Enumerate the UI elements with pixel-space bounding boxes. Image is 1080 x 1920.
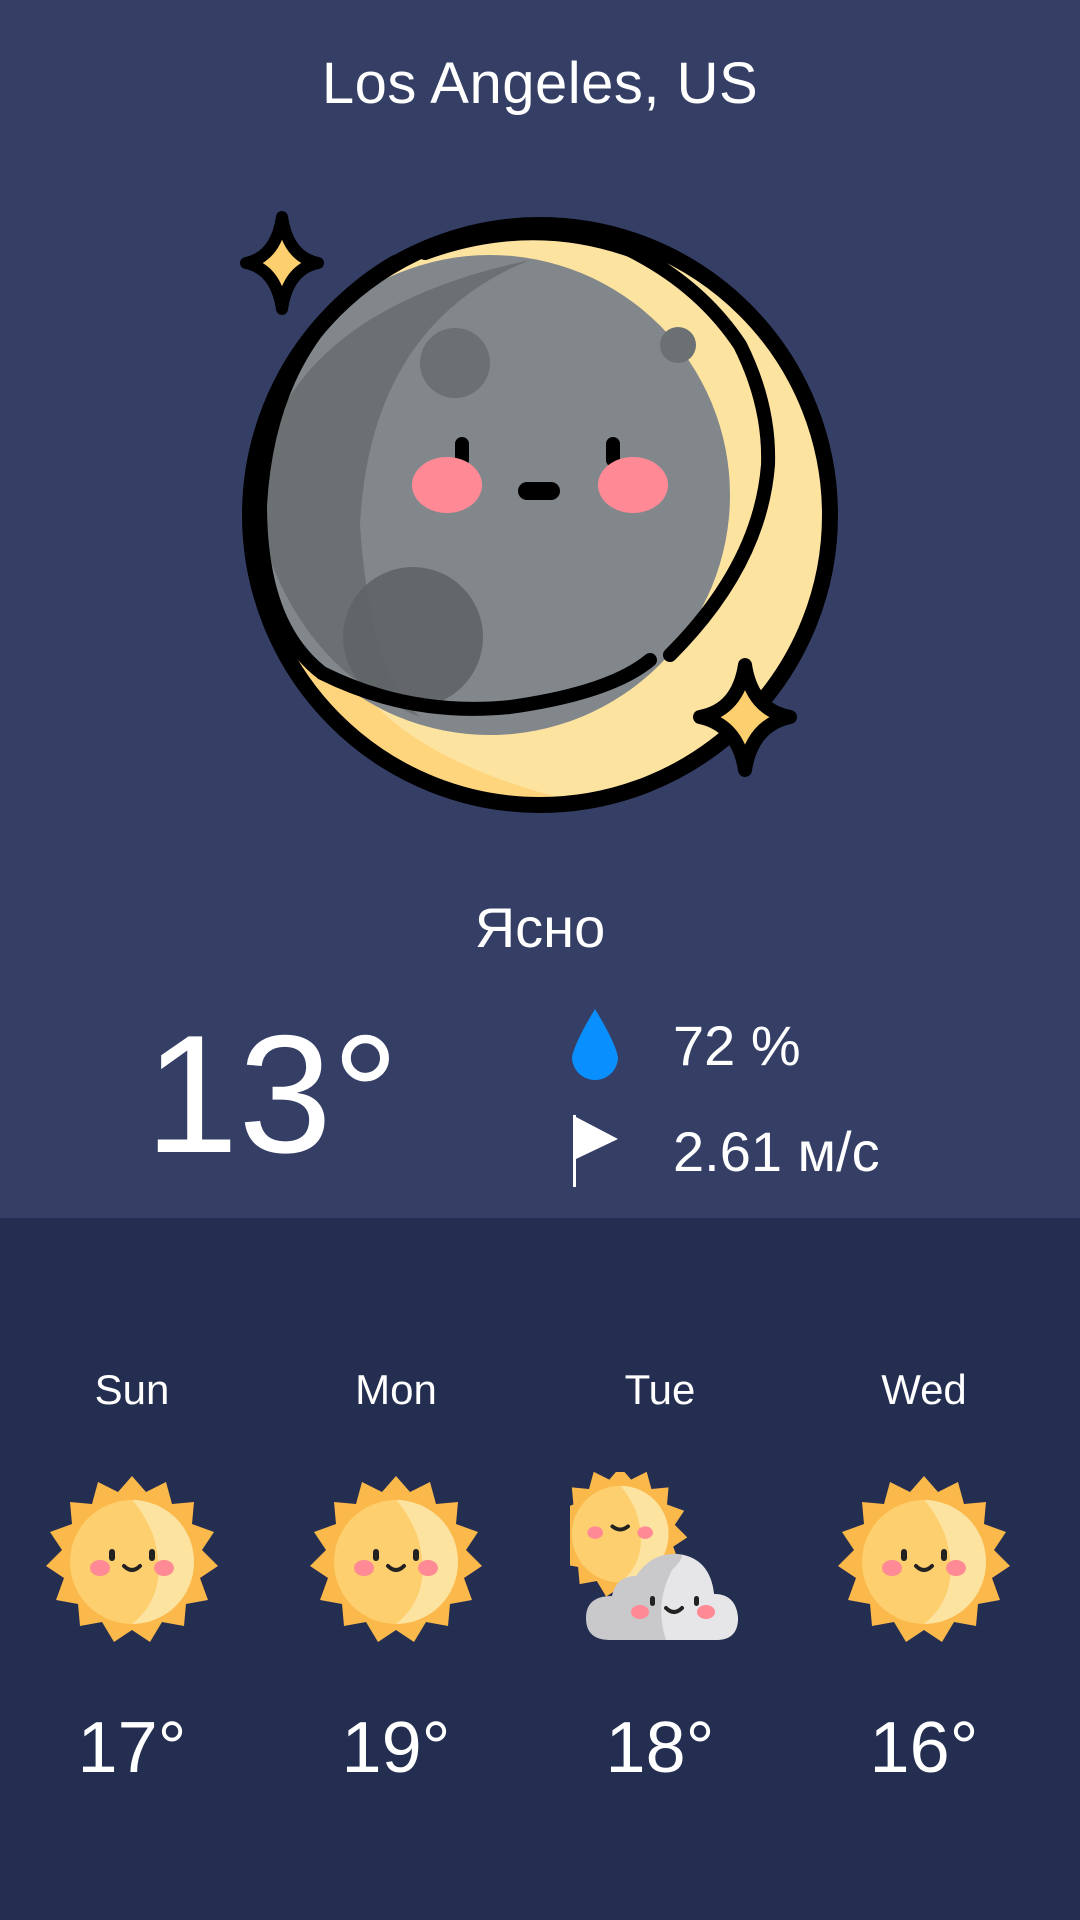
humidity-row: 72 % [565, 1000, 801, 1090]
forecast-day: Tue 18° [528, 1360, 792, 1789]
flag-icon [565, 1106, 625, 1196]
forecast-day-name: Tue [624, 1366, 696, 1413]
forecast-temp: 16° [869, 1708, 979, 1788]
wind-value: 2.61 м/с [673, 1119, 880, 1183]
sun-cloud-icon [553, 1467, 738, 1640]
city-name: Los Angeles, US [321, 51, 759, 116]
humidity-value: 72 % [673, 1013, 801, 1077]
forecast-day: Mon 19° [264, 1360, 528, 1789]
droplet-icon [565, 1000, 625, 1090]
forecast-list: Sun 17° Mon 19° Tue 18° Wed 16° [0, 1360, 1080, 1789]
forecast-day-name: Mon [355, 1366, 437, 1413]
wind-row: 2.61 м/с [565, 1106, 880, 1196]
forecast-day-name: Sun [94, 1366, 170, 1413]
sun-icon [838, 1476, 1010, 1642]
forecast-temp: 19° [341, 1708, 451, 1788]
sun-icon [310, 1476, 482, 1642]
weather-condition: Ясно [474, 896, 606, 959]
forecast-day: Sun 17° [0, 1360, 264, 1789]
forecast-temp: 18° [605, 1708, 715, 1788]
forecast-day-name: Wed [881, 1366, 967, 1413]
forecast-temp: 17° [77, 1708, 187, 1788]
sun-icon [46, 1476, 218, 1642]
moon-icon [240, 211, 838, 813]
current-temperature: 13° [145, 1000, 400, 1188]
forecast-day: Wed 16° [792, 1360, 1056, 1789]
